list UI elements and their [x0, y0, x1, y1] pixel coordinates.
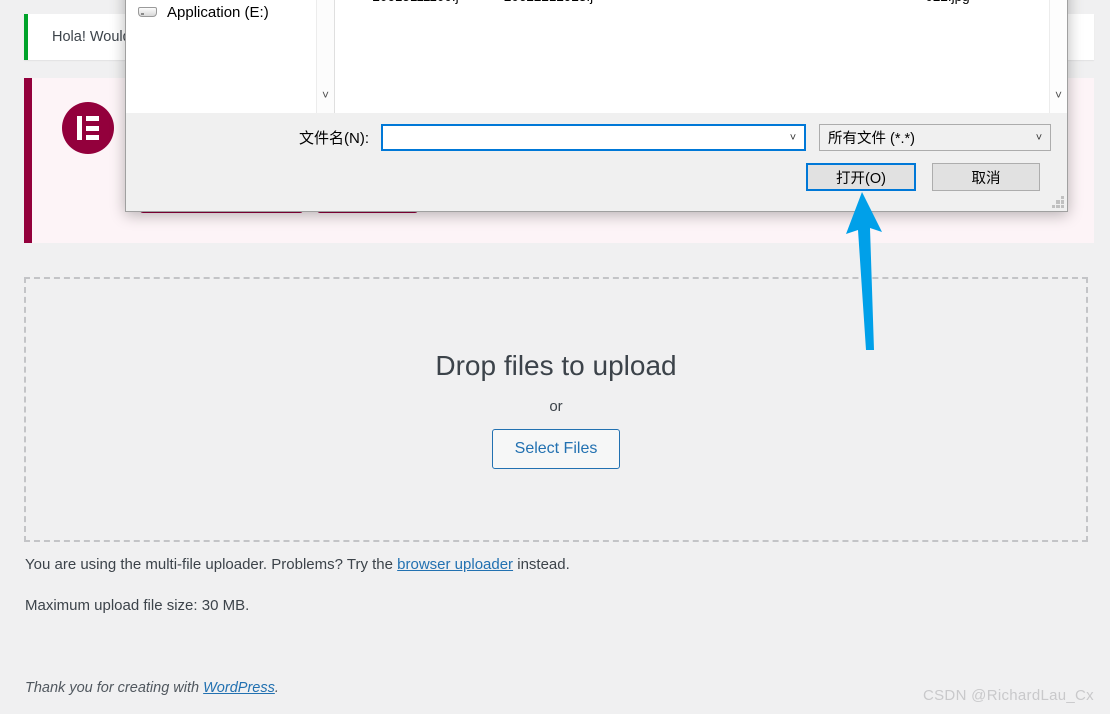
file-list-scrollbar[interactable]: ˅: [1049, 0, 1067, 113]
dialog-content-area: 音乐 Windows-SSD (C:) Manipulate (D:) Appl…: [126, 0, 1067, 113]
drop-zone-title: Drop files to upload: [435, 350, 677, 381]
file-item-label: 国内出生人口1988-2022.jpg: [886, 0, 1010, 6]
uploader-note-prefix: You are using the multi-file uploader. P…: [25, 556, 398, 573]
file-item[interactable]: X 工作簿1.xlsx: [748, 0, 881, 6]
file-item[interactable]: 国内出生人口1988-2022.jpg: [881, 0, 1014, 6]
wordpress-link[interactable]: WordPress: [203, 680, 275, 696]
elementor-logo-icon: [62, 102, 114, 154]
file-item[interactable]: WeChat Image_20220615111100.j: [349, 0, 482, 6]
navigation-pane-scrollbar[interactable]: ˅: [316, 0, 334, 113]
csdn-watermark: CSDN @RichardLau_Cx: [923, 687, 1094, 704]
chevron-down-icon[interactable]: ˅: [317, 89, 334, 101]
wordpress-footer-credit: Thank you for creating with WordPress.: [25, 680, 279, 696]
chevron-down-icon[interactable]: ˅: [782, 132, 804, 144]
uploader-note-suffix: instead.: [513, 556, 570, 573]
chevron-down-icon[interactable]: ˅: [1028, 132, 1050, 144]
dialog-bottom-bar: 文件名(N): ˅ 所有文件 (*.*) ˅ 打开(O) 取消: [126, 113, 1067, 211]
cancel-button[interactable]: 取消: [932, 163, 1040, 191]
browser-uploader-link[interactable]: browser uploader: [397, 556, 513, 573]
file-drop-zone[interactable]: Drop files to upload or Select Files: [24, 277, 1088, 542]
resize-grip-icon[interactable]: [1052, 196, 1064, 208]
nav-item-application-e[interactable]: Application (E:): [126, 0, 334, 27]
chevron-down-icon[interactable]: ˅: [1050, 89, 1067, 101]
drive-icon: [138, 3, 158, 21]
multi-file-uploader-note: You are using the multi-file uploader. P…: [25, 556, 570, 573]
dialog-navigation-pane: 音乐 Windows-SSD (C:) Manipulate (D:) Appl…: [126, 0, 334, 113]
dialog-action-buttons: 打开(O) 取消: [806, 163, 1040, 191]
screenshot-root: Hola! Would you like to receive updates …: [0, 0, 1110, 714]
footer-suffix: .: [274, 680, 279, 696]
filename-input[interactable]: [383, 125, 782, 150]
file-grid: WeChat Image_20220615111100.j WeChat Ima…: [335, 0, 1067, 6]
drop-zone-or-text: or: [549, 398, 563, 415]
dialog-file-list-pane: WeChat Image_20220615111100.j WeChat Ima…: [334, 0, 1067, 113]
windows-file-open-dialog: 音乐 Windows-SSD (C:) Manipulate (D:) Appl…: [125, 0, 1068, 212]
filename-label: 文件名(N):: [299, 130, 369, 147]
select-files-button[interactable]: Select Files: [491, 429, 621, 469]
filename-row: 文件名(N): ˅ 所有文件 (*.*) ˅: [126, 124, 1067, 151]
file-item[interactable]: 安卓安装包.jpg: [615, 0, 748, 6]
nav-item-label: Application (E:): [167, 3, 269, 21]
open-button[interactable]: 打开(O): [806, 163, 916, 191]
filename-combobox[interactable]: ˅: [381, 124, 806, 151]
file-type-filter-dropdown[interactable]: 所有文件 (*.*) ˅: [819, 124, 1051, 151]
file-type-filter-value: 所有文件 (*.*): [828, 131, 915, 147]
file-item-label: WeChat Image_20220615111100.j: [354, 0, 478, 6]
max-upload-size-note: Maximum upload file size: 30 MB.: [25, 597, 250, 614]
file-item-label: WeChat Image_20220622212923.j: [487, 0, 611, 6]
footer-prefix: Thank you for creating with: [25, 680, 204, 696]
file-item[interactable]: WeChat Image_20220622212923.j: [482, 0, 615, 6]
